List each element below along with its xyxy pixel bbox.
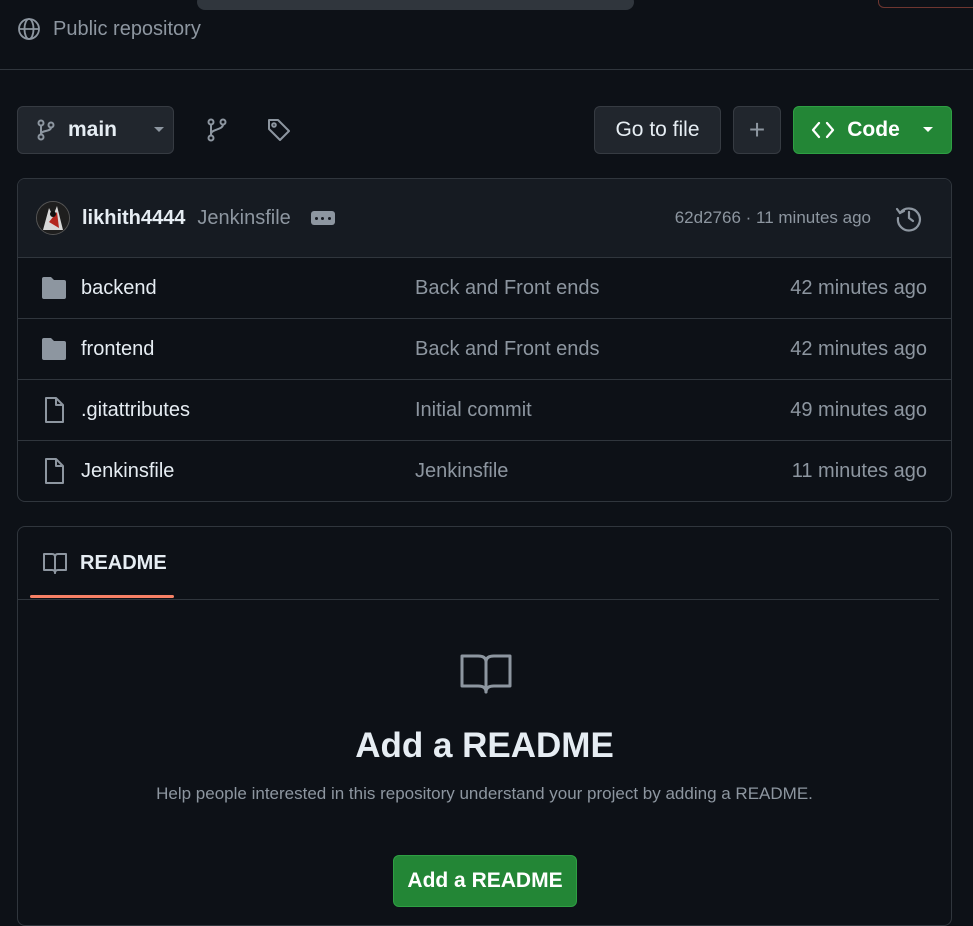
file-name[interactable]: backend bbox=[81, 277, 157, 300]
tab-divider bbox=[18, 599, 939, 600]
file-name[interactable]: Jenkinsfile bbox=[81, 460, 174, 483]
branch-icon bbox=[37, 119, 55, 141]
commit-details-button[interactable] bbox=[310, 211, 335, 225]
file-commit-message[interactable]: Jenkinsfile bbox=[415, 460, 508, 483]
file-time: 49 minutes ago bbox=[790, 398, 927, 421]
go-to-file-button[interactable]: Go to file bbox=[594, 106, 721, 154]
chevron-down-icon bbox=[154, 127, 165, 132]
book-icon bbox=[43, 553, 67, 574]
visibility-label: Public repository bbox=[53, 17, 201, 40]
file-commit-message[interactable]: Back and Front ends bbox=[415, 277, 600, 300]
commit-meta[interactable]: 62d2766 · 11 minutes ago bbox=[675, 208, 871, 228]
top-address-bar bbox=[197, 0, 634, 10]
tab-readme-label: README bbox=[80, 551, 167, 574]
branches-button[interactable] bbox=[197, 110, 237, 150]
table-row[interactable]: backend Back and Front ends 42 minutes a… bbox=[18, 258, 951, 319]
commit-message[interactable]: Jenkinsfile bbox=[197, 207, 290, 230]
branch-name: main bbox=[68, 118, 118, 141]
readme-empty-description: Help people interested in this repositor… bbox=[156, 784, 813, 803]
file-icon bbox=[45, 458, 64, 484]
readme-empty-title: Add a README bbox=[355, 726, 614, 765]
history-icon[interactable] bbox=[895, 204, 923, 232]
plus-icon: + bbox=[748, 114, 766, 145]
repo-visibility: Public repository bbox=[17, 17, 201, 41]
tab-readme[interactable]: README bbox=[30, 527, 174, 599]
chevron-down-icon bbox=[922, 127, 933, 132]
code-label: Code bbox=[847, 118, 900, 141]
tags-button[interactable] bbox=[259, 110, 299, 150]
file-name[interactable]: .gitattributes bbox=[81, 399, 190, 422]
code-button[interactable]: Code bbox=[793, 106, 952, 154]
table-row[interactable]: Jenkinsfile Jenkinsfile 11 minutes ago bbox=[18, 441, 951, 501]
table-row[interactable]: .gitattributes Initial commit 49 minutes… bbox=[18, 380, 951, 441]
book-icon bbox=[460, 654, 512, 694]
commit-author[interactable]: likhith4444 bbox=[82, 207, 185, 230]
tab-underline bbox=[30, 595, 174, 598]
folder-icon bbox=[42, 277, 66, 299]
avatar-image bbox=[37, 202, 69, 234]
file-time: 42 minutes ago bbox=[790, 337, 927, 360]
add-readme-button[interactable]: Add a README bbox=[393, 855, 577, 907]
readme-panel: README Add a README Help people interest… bbox=[17, 526, 952, 926]
folder-icon bbox=[42, 338, 66, 360]
file-icon bbox=[45, 397, 64, 423]
branches-icon bbox=[207, 118, 227, 142]
file-list: likhith4444 Jenkinsfile 62d2766 · 11 min… bbox=[17, 178, 952, 502]
go-to-file-label: Go to file bbox=[615, 118, 700, 141]
table-row[interactable]: frontend Back and Front ends 42 minutes … bbox=[18, 319, 951, 380]
add-file-button[interactable]: + bbox=[733, 106, 781, 154]
header-divider bbox=[0, 69, 973, 70]
branch-select-button[interactable]: main bbox=[17, 106, 174, 154]
latest-commit-bar: likhith4444 Jenkinsfile 62d2766 · 11 min… bbox=[18, 179, 951, 258]
code-icon bbox=[812, 121, 835, 139]
top-right-button-edge[interactable] bbox=[878, 0, 973, 8]
file-commit-message[interactable]: Back and Front ends bbox=[415, 338, 600, 361]
file-commit-message[interactable]: Initial commit bbox=[415, 399, 532, 422]
avatar[interactable] bbox=[36, 201, 70, 235]
globe-icon bbox=[18, 18, 40, 40]
file-time: 11 minutes ago bbox=[791, 460, 927, 482]
file-name[interactable]: frontend bbox=[81, 338, 154, 361]
add-readme-label: Add a README bbox=[407, 869, 563, 892]
file-time: 42 minutes ago bbox=[790, 276, 927, 299]
tag-icon bbox=[268, 119, 290, 141]
